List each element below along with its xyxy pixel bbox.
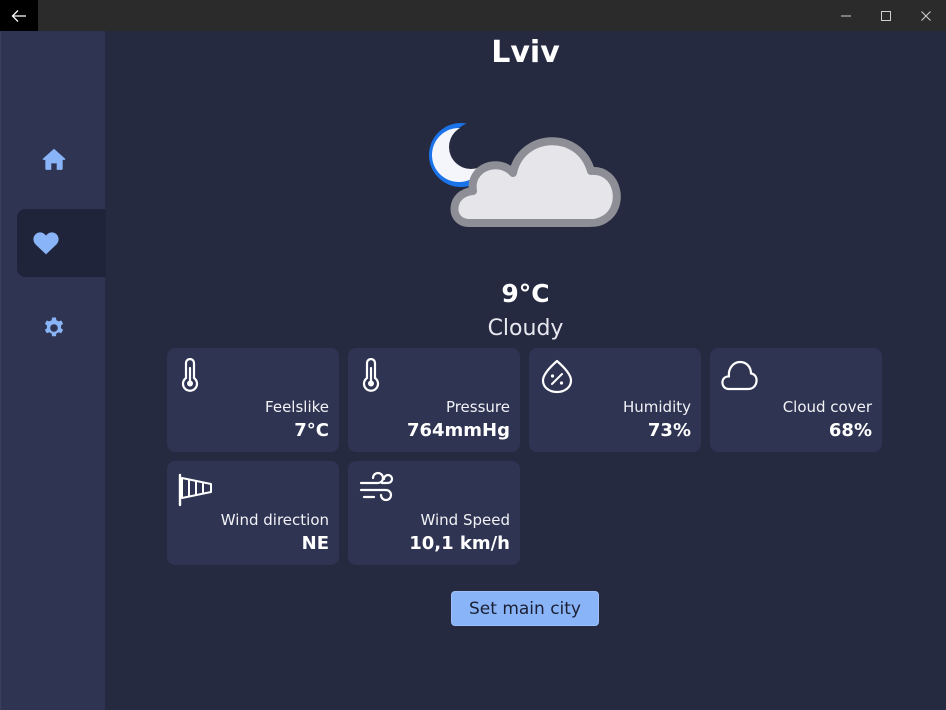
card-value: 73% (647, 420, 691, 441)
back-button[interactable] (0, 0, 38, 31)
card-value: NE (301, 533, 329, 554)
card-label: Wind direction (220, 511, 329, 529)
wind-icon (359, 471, 394, 502)
card-value: 68% (828, 420, 872, 441)
title-bar (0, 0, 946, 31)
cloud-outline-icon (721, 360, 758, 391)
main-content: Lviv 9°C Cloudy Feelslike 7°C Pressure 7… (105, 31, 946, 710)
windsock-icon (178, 473, 212, 507)
weather-condition: Cloudy (487, 316, 564, 341)
thermometer-icon (362, 358, 380, 392)
close-button[interactable] (906, 0, 946, 31)
wind-direction-card: Wind direction NE (167, 461, 339, 565)
humidity-drop-icon (541, 359, 573, 394)
card-value: 764mmHg (406, 420, 510, 441)
sidebar (0, 31, 106, 710)
sidebar-item-home[interactable] (1, 125, 106, 193)
moon-cloud-icon (429, 122, 621, 227)
card-label: Wind Speed (420, 511, 511, 529)
card-value: 10,1 km/h (409, 533, 510, 554)
heart-icon (32, 232, 59, 255)
temperature: 9°C (501, 279, 550, 308)
card-label: Cloud cover (782, 398, 872, 416)
city-name: Lviv (491, 35, 560, 70)
cloud-cover-card: Cloud cover 68% (710, 348, 882, 452)
humidity-card: Humidity 73% (529, 348, 701, 452)
sidebar-item-favorites[interactable] (17, 209, 106, 277)
card-label: Feelslike (265, 398, 329, 416)
home-icon (42, 148, 65, 170)
card-label: Humidity (622, 398, 691, 416)
pressure-card: Pressure 764mmHg (348, 348, 520, 452)
feelslike-card: Feelslike 7°C (167, 348, 339, 452)
wind-speed-card: Wind Speed 10,1 km/h (348, 461, 520, 565)
back-arrow-icon (11, 9, 26, 22)
sidebar-item-settings[interactable] (1, 294, 106, 362)
close-icon (921, 10, 931, 21)
set-main-city-button[interactable]: Set main city (451, 591, 599, 626)
maximize-icon (881, 10, 891, 21)
card-label: Pressure (445, 398, 510, 416)
thermometer-icon (181, 358, 199, 392)
minimize-icon (841, 15, 851, 16)
minimize-button[interactable] (826, 0, 866, 31)
gear-icon (44, 317, 63, 337)
maximize-button[interactable] (866, 0, 906, 31)
card-value: 7°C (294, 420, 329, 441)
